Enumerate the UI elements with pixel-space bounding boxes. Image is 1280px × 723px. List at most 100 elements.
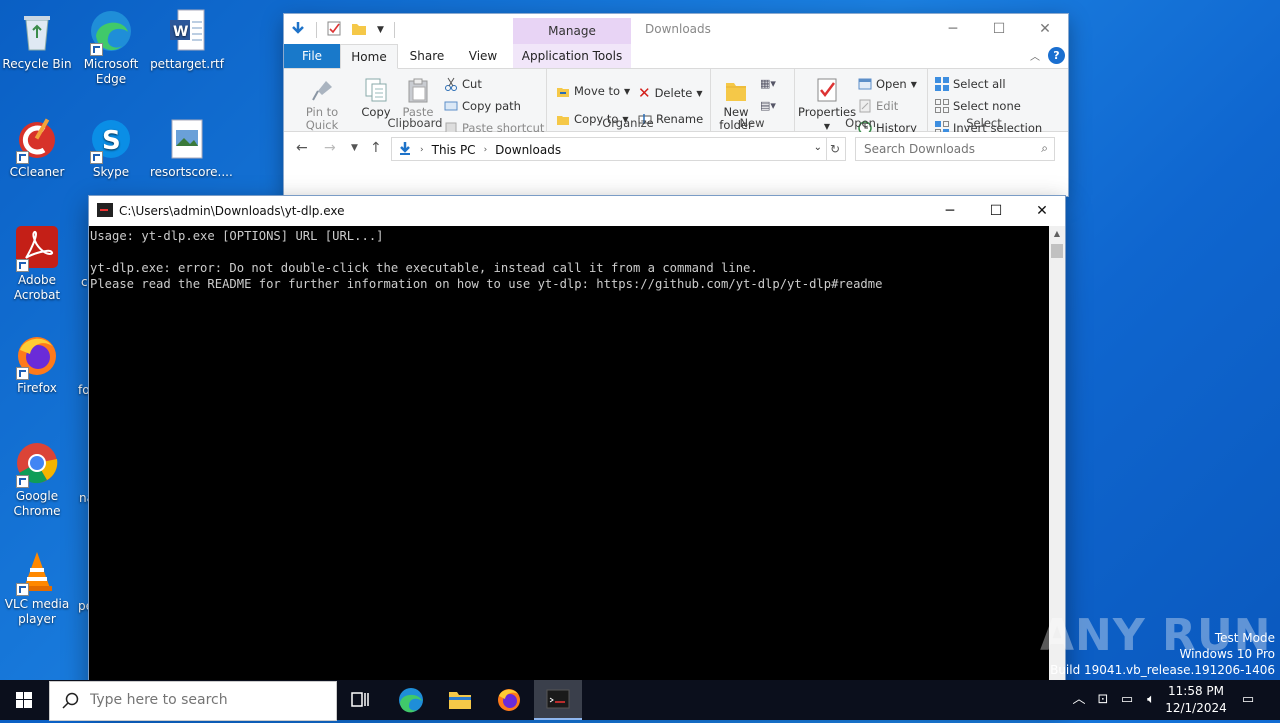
desktop-icon-recycle-bin[interactable]: Recycle Bin — [0, 8, 74, 72]
qat-dropdown-icon[interactable]: ▼ — [377, 25, 384, 35]
select-none-button[interactable]: Select none — [935, 99, 1021, 113]
console-title: C:\Users\admin\Downloads\yt-dlp.exe — [119, 204, 345, 218]
console-window: C:\Users\admin\Downloads\yt-dlp.exe ─ ☐ … — [89, 196, 1065, 706]
back-arrow-icon[interactable]: ← — [296, 140, 308, 156]
cut-button[interactable]: Cut — [444, 77, 482, 91]
desktop-icon-microsoft-edge[interactable]: Microsoft Edge — [74, 8, 148, 87]
desktop-icon-vlc[interactable]: VLC media player — [0, 548, 74, 627]
taskbar: ︿ ⊡ ▭ 🔈︎ 11:58 PM 12/1/2024 ▭ — [0, 680, 1280, 721]
tab-home[interactable]: Home — [340, 44, 398, 69]
desktop-icon-skype[interactable]: S Skype — [74, 116, 148, 180]
taskbar-search-input[interactable] — [88, 691, 322, 709]
move-to-icon — [556, 84, 570, 98]
copy-button[interactable]: Copy — [358, 77, 394, 119]
address-bar[interactable]: › This PC › Downloads ⌄ — [391, 137, 827, 161]
group-label: Open — [845, 116, 876, 130]
address-dropdown-icon[interactable]: ⌄ — [814, 142, 822, 153]
network-icon[interactable]: ⊡ — [1092, 680, 1114, 720]
clock-date: 12/1/2024 — [1165, 701, 1227, 715]
console-output[interactable]: Usage: yt-dlp.exe [OPTIONS] URL [URL...]… — [89, 226, 1049, 706]
console-app-icon — [97, 203, 113, 217]
taskbar-search-box[interactable] — [49, 681, 337, 721]
minimize-icon[interactable]: ─ — [927, 196, 973, 226]
select-all-icon — [935, 77, 949, 91]
collapse-ribbon-icon[interactable]: ︿ — [1030, 48, 1040, 63]
maximize-icon[interactable]: ☐ — [976, 14, 1022, 44]
group-label: Clipboard — [387, 116, 443, 130]
volume-icon[interactable]: 🔈︎ — [1140, 680, 1162, 720]
tab-share[interactable]: Share — [399, 44, 455, 68]
tab-application-tools[interactable]: Application Tools — [513, 44, 631, 68]
desktop-icon-adobe-acrobat[interactable]: Adobe Acrobat — [0, 224, 74, 303]
new-folder-qat-icon[interactable] — [351, 20, 367, 39]
paste-button[interactable]: Paste — [400, 77, 436, 119]
tab-view[interactable]: View — [455, 44, 511, 68]
console-app-icon — [546, 689, 570, 709]
forward-arrow-icon[interactable]: → — [324, 140, 336, 156]
task-view-button[interactable] — [336, 680, 384, 720]
up-arrow-icon[interactable]: ↑ — [370, 140, 382, 156]
copy-path-icon — [444, 99, 458, 113]
select-all-button[interactable]: Select all — [935, 77, 1006, 91]
svg-text:W: W — [173, 24, 188, 40]
console-line: Usage: yt-dlp.exe [OPTIONS] URL [URL...] — [90, 229, 384, 243]
downloads-location-icon — [398, 141, 412, 158]
down-arrow-icon[interactable] — [290, 20, 306, 39]
move-to-button[interactable]: Move to ▼ — [556, 84, 630, 98]
help-icon[interactable]: ? — [1048, 47, 1065, 64]
scrollbar-thumb[interactable] — [1051, 244, 1063, 258]
search-icon: ⌕ — [1041, 141, 1048, 155]
shortcut-arrow-icon — [16, 583, 29, 596]
copy-path-button[interactable]: Copy path — [444, 99, 521, 113]
refresh-icon[interactable]: ↻ — [825, 137, 846, 161]
breadcrumb-downloads[interactable]: Downloads — [495, 143, 561, 157]
explorer-search-box[interactable]: ⌕ — [855, 137, 1055, 161]
properties-icon — [815, 77, 839, 103]
taskbar-firefox[interactable] — [485, 680, 533, 720]
open-icon — [858, 77, 872, 91]
desktop-icon-resortscore[interactable]: resortscore.... — [150, 116, 233, 180]
os-info-watermark: Test Mode Windows 10 Pro Build 19041.vb_… — [1050, 631, 1275, 677]
desktop-icon-ccleaner[interactable]: CCleaner — [0, 116, 74, 180]
notifications-icon[interactable]: ▭ — [1234, 680, 1262, 720]
explorer-title-bar: ▼ Manage Downloads ─ ☐ ✕ — [284, 14, 1068, 44]
taskbar-edge[interactable] — [387, 680, 435, 720]
start-button[interactable] — [0, 680, 48, 720]
ribbon-tabs: File Home Share View Application Tools ︿… — [284, 44, 1068, 69]
recent-locations-icon[interactable]: ▼ — [351, 143, 358, 153]
desktop-icon-pettarget[interactable]: W pettarget.rtf — [150, 8, 224, 72]
desktop-icon-label: pettarget.rtf — [150, 57, 224, 71]
delete-button[interactable]: ✕ Delete ▼ — [638, 84, 703, 102]
tab-file[interactable]: File — [284, 44, 340, 68]
open-button[interactable]: Open ▼ — [858, 77, 917, 91]
desktop-icon-firefox[interactable]: Firefox — [0, 332, 74, 396]
maximize-icon[interactable]: ☐ — [973, 196, 1019, 226]
scroll-up-icon[interactable]: ▲ — [1049, 226, 1065, 242]
shortcut-arrow-icon — [16, 151, 29, 164]
shortcut-arrow-icon — [16, 259, 29, 272]
minimize-icon[interactable]: ─ — [930, 14, 976, 44]
desktop-icon-google-chrome[interactable]: Google Chrome — [0, 440, 74, 519]
network-status-icon[interactable]: ▭ — [1116, 680, 1138, 720]
partial-desktop-label: fo — [78, 383, 90, 397]
edit-button[interactable]: Edit — [858, 99, 898, 113]
console-title-bar: C:\Users\admin\Downloads\yt-dlp.exe ─ ☐ … — [89, 196, 1065, 226]
partial-desktop-label: c — [81, 275, 88, 289]
show-hidden-icons[interactable]: ︿ — [1068, 680, 1090, 720]
new-item-icon[interactable]: ▦▾ — [760, 77, 776, 90]
taskbar-file-explorer[interactable] — [436, 680, 484, 720]
desktop-icon-label: Skype — [92, 165, 130, 179]
taskbar-clock[interactable]: 11:58 PM 12/1/2024 — [1160, 683, 1232, 717]
taskbar-yt-dlp-console[interactable] — [534, 680, 582, 720]
properties-qat-icon[interactable] — [327, 20, 341, 39]
console-line: Please read the README for further infor… — [90, 277, 883, 291]
group-label: Select — [966, 116, 1002, 130]
easy-access-icon[interactable]: ▤▾ — [760, 99, 776, 112]
close-icon[interactable]: ✕ — [1019, 196, 1065, 226]
tab-manage[interactable]: Manage — [513, 18, 631, 44]
quick-access-toolbar: ▼ — [290, 20, 395, 39]
breadcrumb-this-pc[interactable]: This PC — [432, 143, 476, 157]
explorer-search-input[interactable] — [862, 141, 1036, 157]
desktop-icon-label: CCleaner — [9, 165, 65, 179]
close-icon[interactable]: ✕ — [1022, 14, 1068, 44]
